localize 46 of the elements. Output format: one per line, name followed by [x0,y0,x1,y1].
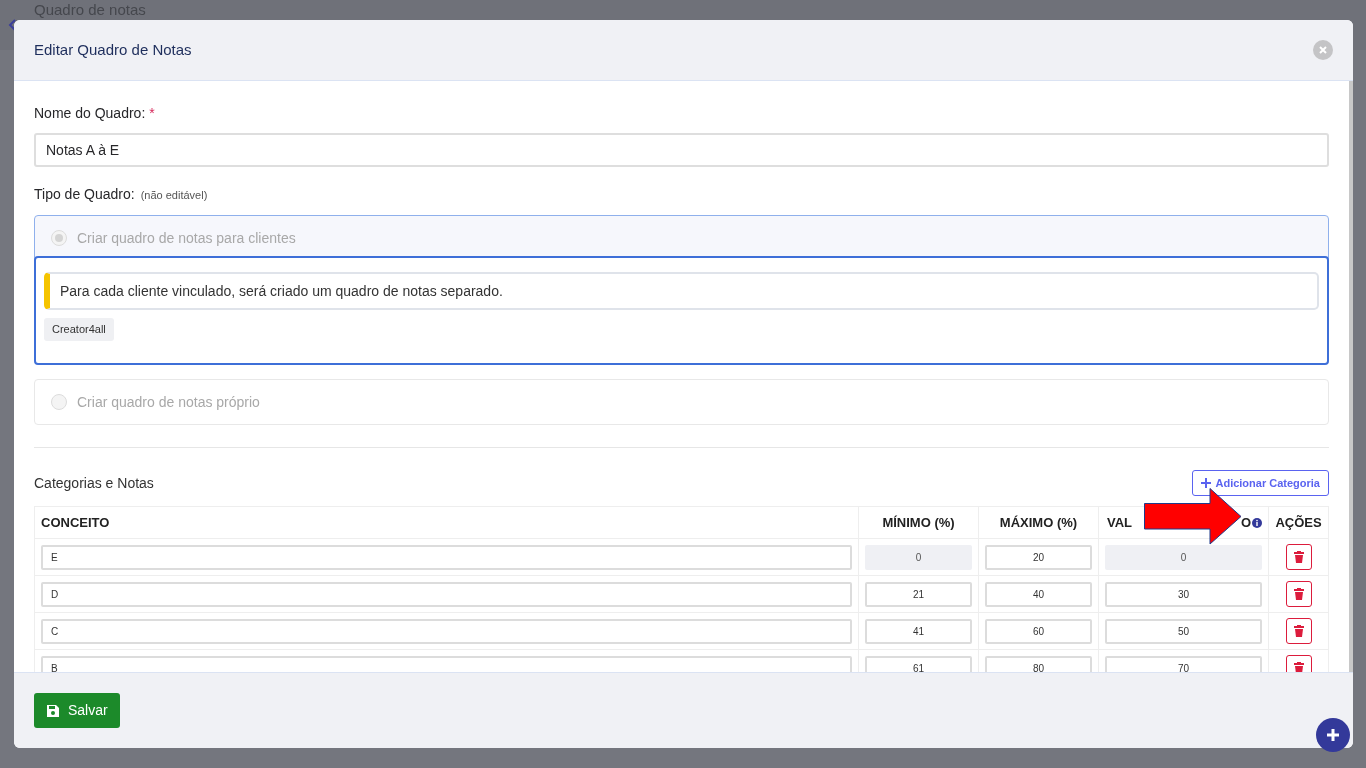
plus-icon [1201,478,1212,488]
column-header: VAL [1107,513,1133,532]
trash-icon [1293,551,1304,563]
maximum-input-field[interactable]: 40 [985,581,1092,607]
value-input-field[interactable]: 0 [1105,544,1262,570]
concept-input-field[interactable]: C [41,618,852,644]
scrollbar[interactable] [1349,81,1353,672]
tag: Creator4all [44,318,114,341]
column-header: CONCEITO [41,513,110,532]
field-label: Nome do Quadro: [34,104,146,123]
minimum-input-field[interactable]: 61 [865,655,972,672]
hint-text: (não editável) [140,188,208,203]
maximum-input-field[interactable]: 20 [985,544,1092,570]
close-icon [1318,45,1328,55]
field-label: Tipo de Quadro: [34,185,135,204]
trash-icon [1293,588,1304,600]
concept-input-field[interactable]: D [41,581,852,607]
delete-button[interactable] [1285,544,1312,570]
trash-icon [1293,662,1304,672]
concept-input-field[interactable]: E [41,544,852,570]
minimum-input-field[interactable]: 21 [865,581,972,607]
info-notice: Para cada cliente vinculado, será criado um quadro de notas separado. [44,272,1319,310]
minimum-input-field[interactable]: 0 [865,544,972,570]
delete-button[interactable] [1285,581,1312,607]
concept-input-field[interactable]: B [41,655,852,672]
add-category-button[interactable]: Adicionar Categoria [1192,470,1329,496]
delete-button[interactable] [1285,618,1312,644]
section-title: Categorias e Notas [34,473,154,493]
column-header: AÇÕES [1275,513,1322,532]
trash-icon [1293,625,1304,637]
name-input-field[interactable]: Notas A à E [34,133,1329,167]
value-input-field[interactable]: 70 [1105,655,1262,672]
required-mark: * [149,104,155,123]
save-button[interactable]: Salvar [34,693,120,728]
value-input-field[interactable]: 30 [1105,581,1262,607]
column-header: O [1240,513,1251,532]
plus-icon [1326,728,1340,742]
maximum-input-field[interactable]: 80 [985,655,1092,672]
back-chevron-icon[interactable] [8,19,18,31]
maximum-input-field[interactable]: 60 [985,618,1092,644]
column-header: MÍNIMO (%) [882,513,955,532]
minimum-input-field[interactable]: 41 [865,618,972,644]
column-header: MÁXIMO (%) [999,513,1078,532]
modal-title: Editar Quadro de Notas [34,39,192,60]
info-icon[interactable] [1252,517,1262,528]
value-input-field[interactable]: 50 [1105,618,1262,644]
